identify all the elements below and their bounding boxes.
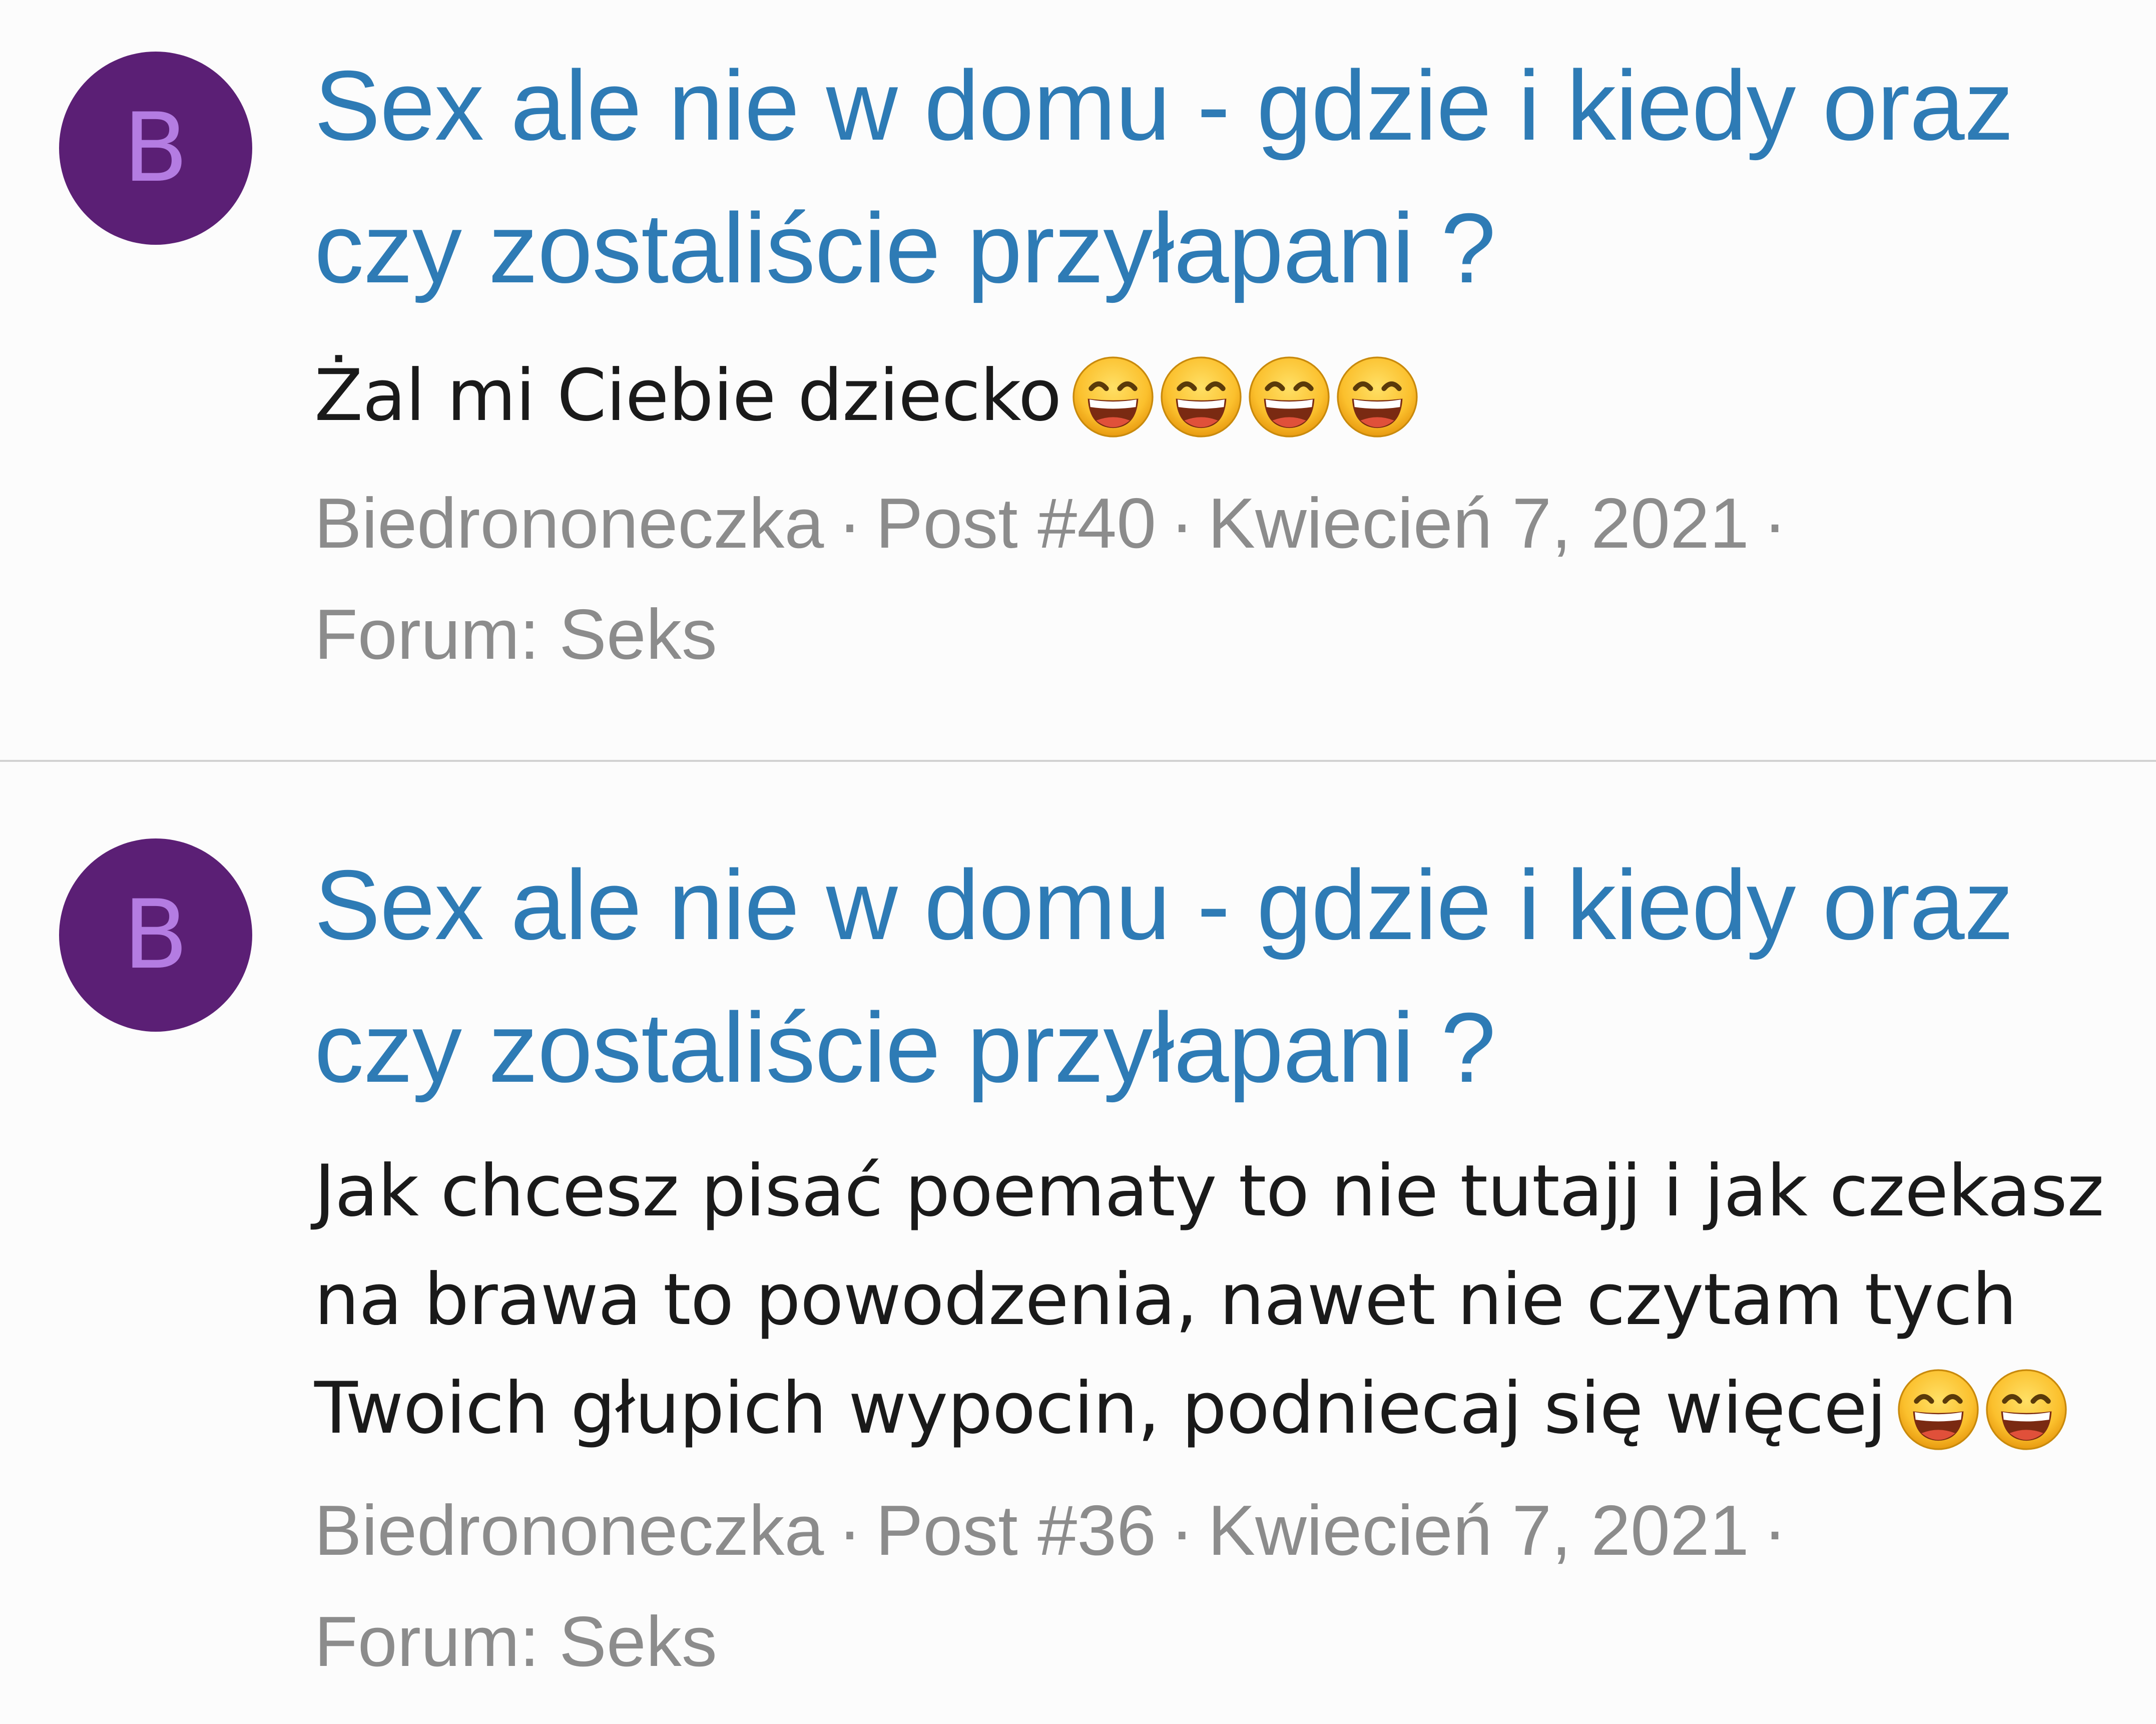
- search-result-post-36[interactable]: B Sex ale nie w domu - gdzie i kiedy ora…: [0, 763, 2156, 1724]
- meta-separator: ·: [1763, 484, 1787, 563]
- grinning-face-with-smiling-eyes-icon: [1985, 1369, 2067, 1450]
- grinning-face-with-smiling-eyes-icon: [1072, 356, 1154, 438]
- meta-separator: ·: [838, 1491, 862, 1570]
- post-snippet-line: na brawa to powodzenia, nawet nie czytam…: [314, 1258, 2017, 1341]
- meta-separator: ·: [1763, 1491, 1787, 1570]
- post-meta: Biedrononeczka · Post #40 · Kwiecień 7, 2021…: [314, 468, 2116, 690]
- search-result-post-40[interactable]: B Sex ale nie w domu - gdzie i kiedy ora…: [0, 0, 2156, 762]
- thread-title-line: Sex ale nie w domu - gdzie i kiedy oraz: [314, 50, 2014, 161]
- thread-title-line: czy zostaliście przyłapani ?: [314, 992, 1496, 1103]
- post-meta: Biedrononeczka · Post #36 · Kwiecień 7, 2021…: [314, 1475, 2116, 1697]
- meta-separator: ·: [1170, 484, 1194, 563]
- forum-name[interactable]: Forum: Seks: [314, 579, 2116, 690]
- thread-title-line: Sex ale nie w domu - gdzie i kiedy oraz: [314, 849, 2014, 960]
- author-name[interactable]: Biedrononeczka: [314, 484, 824, 563]
- post-number: Post #36: [875, 1491, 1157, 1570]
- avatar[interactable]: B: [59, 838, 252, 1032]
- post-number: Post #40: [875, 484, 1157, 563]
- forum-name[interactable]: Forum: Seks: [314, 1586, 2116, 1697]
- result-divider: [0, 760, 2156, 762]
- meta-separator: ·: [1170, 1491, 1194, 1570]
- meta-separator: ·: [838, 484, 862, 563]
- grinning-face-with-smiling-eyes-icon: [1897, 1369, 1979, 1450]
- post-snippet-line: Żal mi Ciebie dziecko: [314, 341, 2131, 450]
- post-snippet: Żal mi Ciebie dziecko: [314, 341, 2131, 450]
- thread-title-line: czy zostaliście przyłapani ?: [314, 193, 1496, 303]
- thread-title-link[interactable]: Sex ale nie w domu - gdzie i kiedy oraz …: [314, 833, 2126, 1119]
- post-snippet-line: Jak chcesz pisać poematy to nie tutajj i…: [314, 1150, 2104, 1232]
- post-date: Kwiecień 7, 2021: [1208, 484, 1749, 563]
- post-date: Kwiecień 7, 2021: [1208, 1491, 1749, 1570]
- grinning-face-with-smiling-eyes-icon: [1337, 356, 1418, 438]
- grinning-face-with-smiling-eyes-icon: [1249, 356, 1330, 438]
- grinning-face-with-smiling-eyes-icon: [1161, 356, 1242, 438]
- avatar-letter: B: [123, 93, 189, 203]
- avatar[interactable]: B: [59, 52, 252, 245]
- post-snippet-line: Twoich głupich wypocin, podniecaj się wi…: [314, 1354, 2131, 1463]
- avatar-letter: B: [123, 880, 189, 990]
- author-name[interactable]: Biedrononeczka: [314, 1491, 824, 1570]
- post-snippet: Jak chcesz pisać poematy to nie tutajj i…: [314, 1137, 2131, 1463]
- thread-title-link[interactable]: Sex ale nie w domu - gdzie i kiedy oraz …: [314, 34, 2126, 319]
